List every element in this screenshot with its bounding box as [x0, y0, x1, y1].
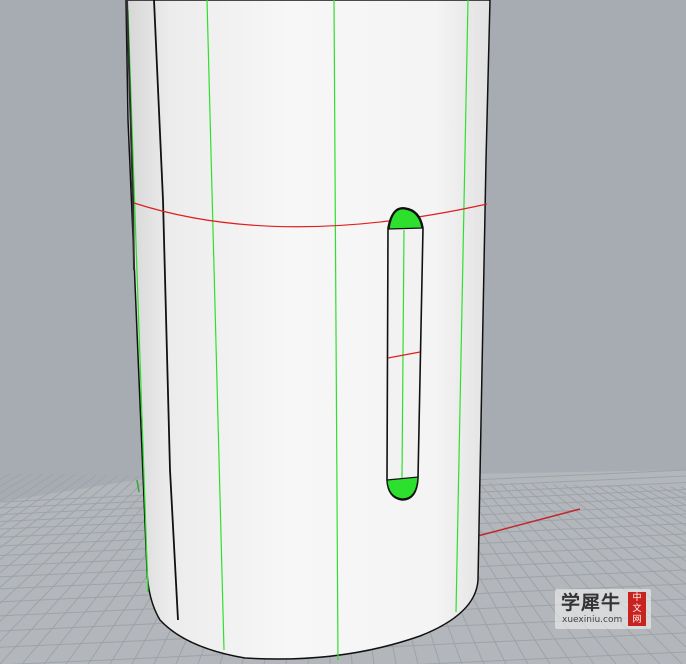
watermark-logo: 学犀牛 xuexiniu.com 中 文 网 — [555, 589, 651, 629]
seal-char: 中 — [632, 592, 642, 603]
slot-outline — [386, 207, 424, 501]
seal-char: 网 — [632, 614, 642, 625]
cylinder-model[interactable] — [125, 0, 491, 661]
viewport-canvas[interactable] — [0, 0, 686, 664]
seal-char: 文 — [632, 603, 642, 614]
model-surface — [125, 0, 491, 660]
watermark-seal: 中 文 网 — [628, 592, 646, 626]
rhino-perspective-viewport[interactable]: 学犀牛 xuexiniu.com 中 文 网 — [0, 0, 686, 664]
watermark-title: 学犀牛 — [561, 592, 622, 614]
slot-cutout[interactable] — [386, 207, 424, 501]
watermark-url: xuexiniu.com — [562, 615, 623, 625]
